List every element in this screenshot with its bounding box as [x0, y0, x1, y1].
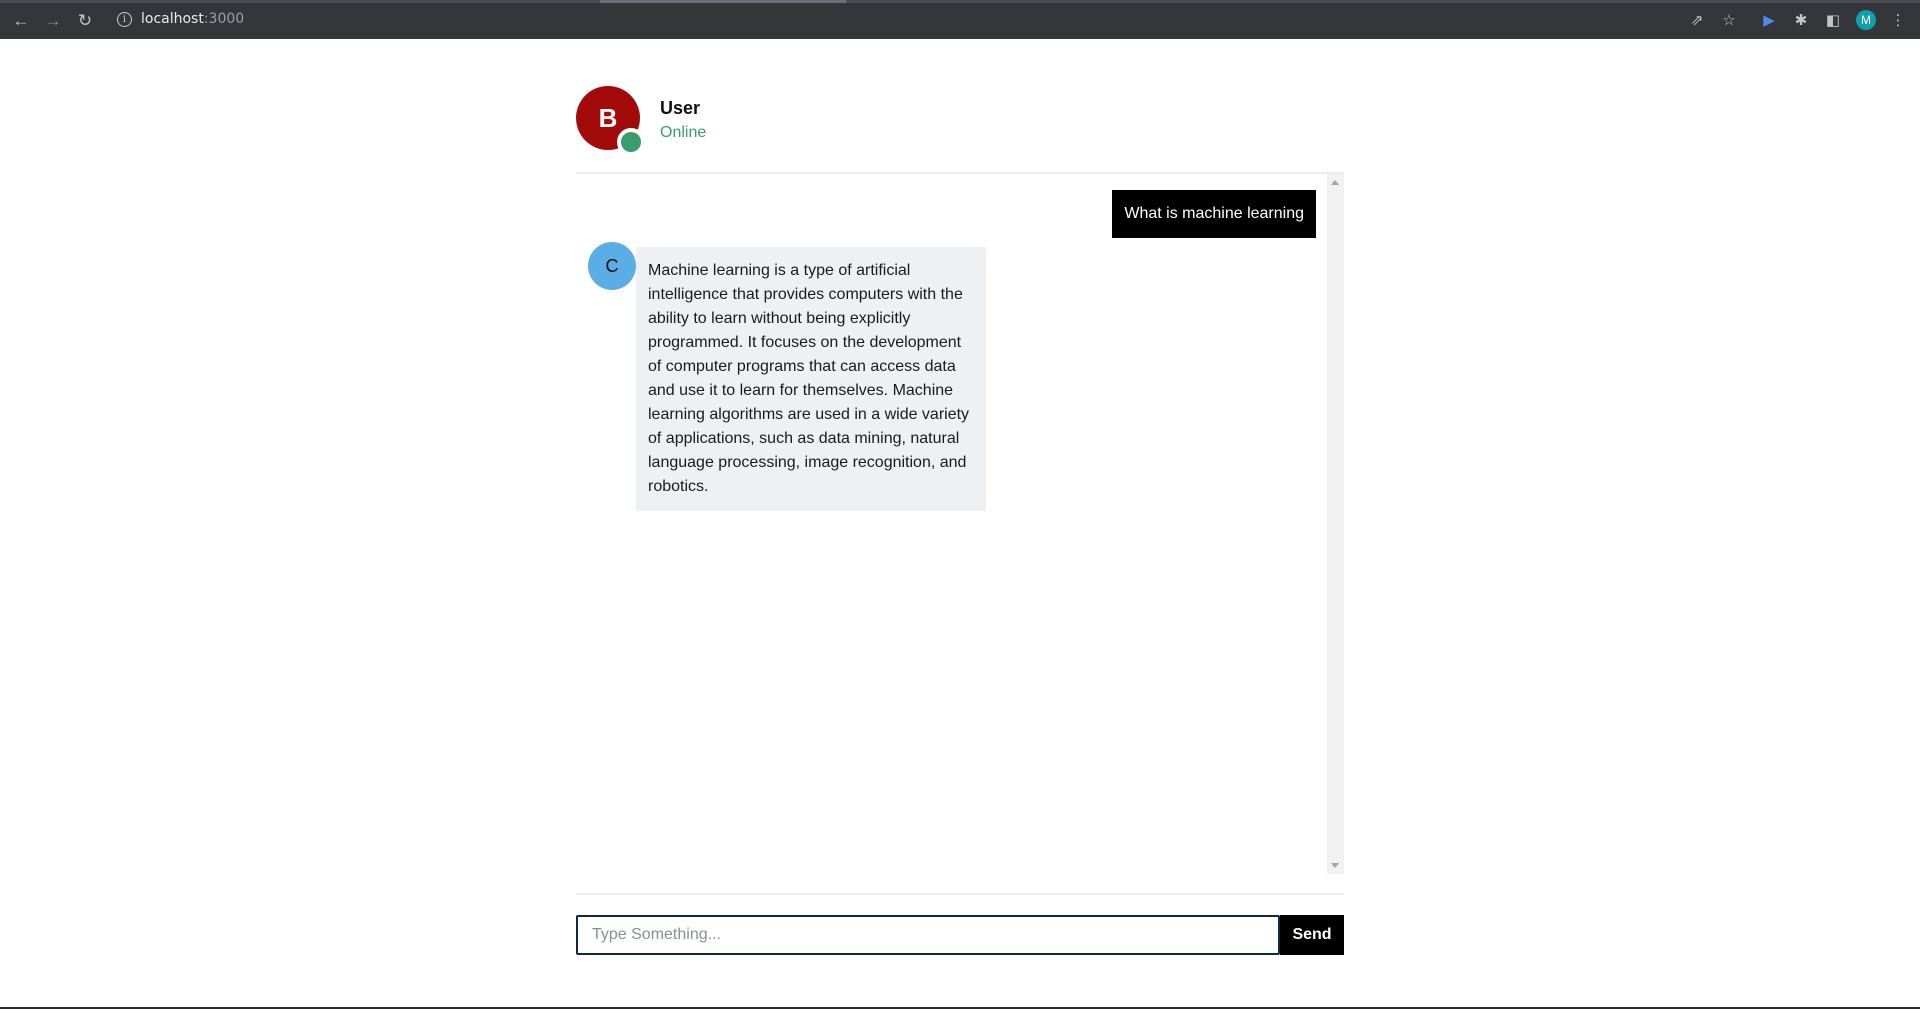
- chat-header: B User Online: [576, 86, 1344, 171]
- bot-message-bubble: Machine learning is a type of artificial…: [636, 247, 986, 511]
- side-panel-icon[interactable]: ◧: [1823, 10, 1843, 30]
- url-port: :3000: [203, 11, 245, 27]
- message-input[interactable]: [576, 915, 1280, 955]
- user-status: Online: [660, 124, 707, 141]
- message-list[interactable]: What is machine learning C Machine learn…: [576, 174, 1344, 874]
- info-icon[interactable]: i: [117, 12, 132, 27]
- star-icon[interactable]: ☆: [1719, 10, 1739, 30]
- url-host: localhost: [141, 11, 204, 27]
- scrollbar[interactable]: [1327, 174, 1344, 874]
- scroll-up-arrow-icon[interactable]: [1331, 180, 1339, 185]
- puzzle-icon[interactable]: ✱: [1791, 10, 1811, 30]
- bot-avatar: C: [588, 242, 636, 290]
- user-name: User: [660, 98, 701, 118]
- active-tab-indicator[interactable]: [600, 0, 846, 3]
- reload-icon[interactable]: ↻: [74, 9, 96, 31]
- address-bar[interactable]: localhost:3000: [141, 11, 244, 27]
- tab-strip: [0, 0, 1920, 3]
- user-message-bubble: What is machine learning: [1112, 190, 1316, 238]
- profile-avatar[interactable]: M: [1856, 10, 1876, 30]
- extension-cursor-icon[interactable]: ▶: [1759, 10, 1779, 30]
- online-status-dot: [617, 128, 645, 156]
- forward-arrow-icon[interactable]: →: [42, 9, 64, 31]
- composer-divider: [576, 893, 1344, 895]
- kebab-menu-icon[interactable]: ⋮: [1888, 10, 1908, 30]
- send-button[interactable]: Send: [1280, 915, 1344, 955]
- share-icon[interactable]: ⇗: [1687, 10, 1707, 30]
- scroll-down-arrow-icon[interactable]: [1331, 863, 1339, 868]
- browser-toolbar: ← → ↻ i localhost:3000 ⇗ ☆ ▶ ✱ ◧ M ⋮: [0, 0, 1920, 39]
- back-arrow-icon[interactable]: ←: [10, 9, 32, 31]
